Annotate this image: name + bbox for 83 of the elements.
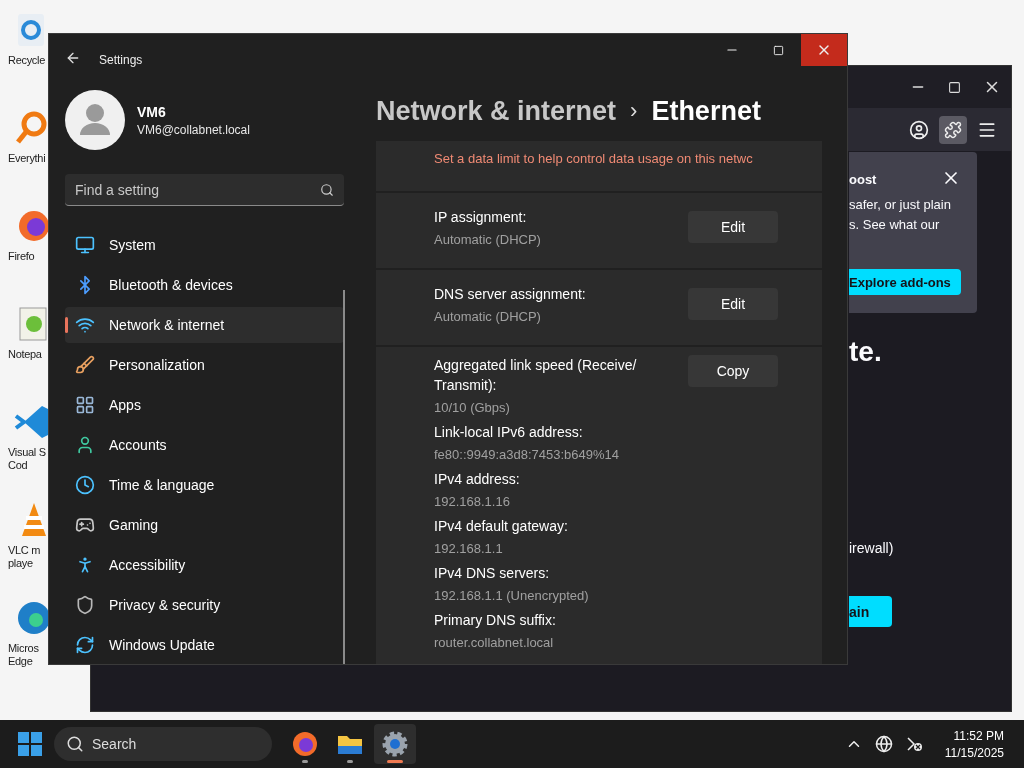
- detail-label: Aggregated link speed (Receive/ Transmit):: [434, 356, 638, 395]
- popup-text: s. See what our: [849, 216, 941, 234]
- page-text: irewall): [849, 540, 894, 556]
- page-button[interactable]: ain: [849, 596, 892, 627]
- nav-item[interactable]: Accessibility: [65, 547, 344, 583]
- popup-title: oost: [849, 172, 877, 187]
- setting-value: Automatic (DHCP): [434, 231, 542, 249]
- detail-label: IPv4 DNS servers:: [434, 564, 551, 583]
- firefox-icon: [292, 731, 318, 757]
- breadcrumb-separator: ›: [630, 98, 638, 124]
- puzzle-icon: [944, 120, 962, 139]
- nav-item[interactable]: Accounts: [65, 427, 344, 463]
- nav-item[interactable]: Gaming: [65, 507, 344, 543]
- setting-label: DNS server assignment:: [434, 285, 587, 304]
- desktop-icon-label: Notepa: [7, 348, 42, 361]
- desktop-icon-label: Cod: [7, 459, 28, 472]
- detail-label: IPv4 default gateway:: [434, 517, 569, 536]
- setting-value: Automatic (DHCP): [434, 308, 542, 326]
- clock-time[interactable]: 11:52 PM: [953, 728, 1004, 743]
- search-icon: [66, 735, 84, 753]
- window-title: Settings: [99, 53, 143, 67]
- popup-text: safer, or just plain: [849, 196, 952, 214]
- explore-button[interactable]: Explore add-ons: [849, 269, 961, 295]
- detail-value: 192.168.1.16: [434, 493, 511, 511]
- start-icon[interactable]: [18, 732, 42, 756]
- breadcrumb-link[interactable]: Network & internet: [376, 95, 617, 127]
- nav-item[interactable]: Windows Update: [65, 627, 344, 663]
- apps-icon: [75, 395, 95, 415]
- monitor-icon: [75, 235, 95, 255]
- detail-label: IPv4 address:: [434, 470, 521, 489]
- taskbar-app[interactable]: [374, 724, 416, 764]
- maximize-icon[interactable]: [948, 80, 961, 94]
- nav-item[interactable]: Network & internet: [65, 307, 344, 343]
- globe-icon[interactable]: [874, 735, 893, 753]
- desktop-icon-label: Recycle: [7, 54, 46, 67]
- account-icon[interactable]: [909, 119, 929, 140]
- back-icon[interactable]: [65, 50, 81, 66]
- desktop-icon-label: Visual S: [7, 446, 46, 459]
- user-email: VM6@collabnet.local: [137, 122, 250, 137]
- maximize-icon: [772, 44, 784, 56]
- folder-icon: [337, 733, 363, 755]
- nav-item[interactable]: Privacy & security: [65, 587, 344, 623]
- extensions-button[interactable]: [939, 115, 967, 144]
- update-icon: [75, 635, 95, 655]
- edit-button[interactable]: Edit: [688, 211, 778, 243]
- search-icon: [320, 183, 334, 197]
- gamepad-icon: [75, 515, 95, 535]
- desktop-icon-label: VLC m: [7, 544, 41, 557]
- data-limit-link[interactable]: Set a data limit to help control data usage on this netwc: [434, 151, 753, 166]
- detail-label: Primary DNS suffix:: [434, 611, 557, 630]
- setting-label: IP assignment:: [434, 208, 528, 227]
- detail-value: fe80::9949:a3d8:7453:b649%14: [434, 446, 621, 464]
- edit-button[interactable]: Edit: [688, 288, 778, 320]
- detail-value: 192.168.1.1: [434, 540, 504, 558]
- nav-item[interactable]: Time & language: [65, 467, 344, 503]
- detail-value: 10/10 (Gbps): [434, 399, 511, 417]
- detail-value: router.collabnet.local: [434, 634, 555, 652]
- desktop-icon-label: Micros: [7, 642, 39, 655]
- page-title: Ethernet: [651, 95, 761, 127]
- desktop-icon-label: Edge: [7, 655, 33, 668]
- search-field[interactable]: Search: [54, 727, 272, 761]
- nav-item[interactable]: Personalization: [65, 347, 344, 383]
- user-name: VM6: [137, 103, 167, 120]
- search-field[interactable]: Find a setting: [65, 174, 344, 206]
- page-heading: te.: [849, 336, 882, 368]
- nav-item[interactable]: Bluetooth & devices: [65, 267, 344, 303]
- desktop-icon-label: Firefo: [7, 250, 35, 263]
- brush-icon: [75, 355, 95, 375]
- detail-label: Link-local IPv6 address:: [434, 423, 584, 442]
- desktop-icon-label: Everythi: [7, 152, 46, 165]
- person-icon: [75, 435, 95, 455]
- shield-icon: [75, 595, 95, 615]
- nav-item[interactable]: Apps: [65, 387, 344, 423]
- gear-icon: [382, 731, 408, 757]
- network-disconnected-icon[interactable]: [904, 735, 923, 753]
- copy-button[interactable]: Copy: [688, 355, 778, 387]
- clock-icon: [75, 475, 95, 495]
- nav-item[interactable]: System: [65, 227, 344, 263]
- desktop-icon-label: playe: [7, 557, 33, 570]
- detail-value: 192.168.1.1 (Unencrypted): [434, 587, 590, 605]
- avatar: [65, 90, 125, 150]
- wifi-icon: [75, 315, 95, 335]
- clock-date[interactable]: 11/15/2025: [944, 745, 1004, 760]
